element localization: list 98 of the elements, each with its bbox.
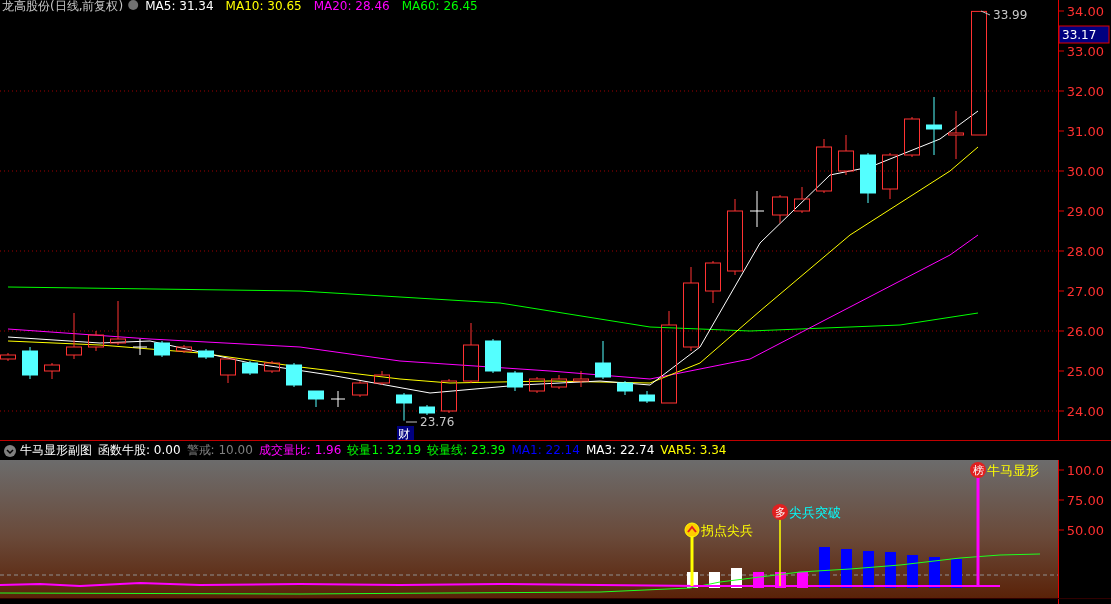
- candlestick: [22, 346, 38, 380]
- indicator-value: MA60: 26.45: [401, 0, 478, 13]
- candlestick: [551, 374, 567, 390]
- signal-line: [690, 536, 694, 586]
- volume-bar: [753, 572, 764, 588]
- indicator-value: 警戒: 10.00: [186, 442, 253, 459]
- axis-tick-label: 32.00: [1066, 84, 1104, 99]
- volume-bar: [819, 547, 830, 588]
- candlestick: [860, 152, 876, 204]
- candlestick: [948, 110, 964, 160]
- volume-bar: [775, 572, 786, 588]
- candlestick: [507, 370, 523, 392]
- signal-line: [779, 517, 781, 587]
- candlestick: [441, 378, 457, 414]
- candlestick: [308, 390, 324, 408]
- volume-bar: [841, 549, 852, 588]
- axis-tick-label: 75.00: [1066, 493, 1104, 508]
- candlestick: [639, 390, 655, 404]
- chart-title: 龙高股份(日线,前复权): [2, 0, 124, 13]
- candlestick: [926, 96, 942, 156]
- candlestick: [772, 194, 788, 224]
- axis-tick-label: 50.00: [1066, 523, 1104, 538]
- volume-bar: [929, 557, 940, 588]
- candlestick: [110, 300, 126, 346]
- candlestick: [838, 134, 854, 176]
- axis-tick-label: 24.00: [1066, 404, 1104, 419]
- candlestick: [374, 370, 390, 386]
- volume-bar: [797, 572, 808, 588]
- circle-icon: [128, 0, 139, 10]
- axis-tick-label: 33.00: [1066, 44, 1104, 59]
- axis-tick-label: 30.00: [1066, 164, 1104, 179]
- candlestick: [198, 348, 214, 360]
- indicator-value: 成交量比: 1.96: [258, 442, 342, 459]
- signal-badge: 多: [772, 504, 788, 520]
- candlestick: [132, 338, 148, 356]
- candlestick: [286, 362, 302, 388]
- axis-tick-label: 28.00: [1066, 244, 1104, 259]
- indicator-value: MA3: 22.74: [585, 442, 655, 459]
- candlestick: [794, 186, 810, 214]
- candlestick: [330, 390, 346, 408]
- candlestick: [749, 190, 765, 228]
- candlestick: [617, 380, 633, 396]
- candlestick: [396, 392, 412, 422]
- candlestick: [352, 380, 368, 398]
- axis-tick-label: 34.00: [1066, 4, 1104, 19]
- indicator-value: 函数牛股: 0.00: [98, 442, 181, 459]
- volume-bar: [731, 568, 742, 588]
- current-price-label: 33.17: [1058, 25, 1110, 44]
- indicator-title: 牛马显形副图: [20, 442, 92, 459]
- volume-bar: [687, 572, 698, 588]
- candlestick: [88, 330, 104, 352]
- candlestick: [176, 344, 192, 354]
- candlestick: [529, 376, 545, 394]
- candlestick: [573, 370, 589, 388]
- candlestick: [44, 362, 60, 380]
- axis-tick-label: 25.00: [1066, 364, 1104, 379]
- candlestick: [0, 352, 16, 362]
- candlestick: [242, 360, 258, 376]
- volume-bar: [709, 572, 720, 588]
- indicator-value: MA5: 31.34: [145, 0, 214, 13]
- candlestick: [463, 322, 479, 384]
- volume-bar: [885, 552, 896, 588]
- candlestick: [705, 260, 721, 304]
- signal-label: 拐点尖兵: [701, 523, 753, 538]
- axis-tick-label: 100.0: [1066, 463, 1104, 478]
- collapse-icon[interactable]: [4, 444, 16, 457]
- candlestick: [485, 338, 501, 374]
- axis-tick-label: 31.00: [1066, 124, 1104, 139]
- indicator-value: MA20: 28.46: [313, 0, 390, 13]
- indicator-value: MA1: 22.14: [511, 442, 580, 459]
- signal-badge: 榜: [970, 462, 986, 478]
- price-annotation: 33.99: [993, 8, 1028, 22]
- signal-label: 牛马显形: [987, 463, 1039, 478]
- price-annotation: 23.76: [420, 415, 455, 429]
- candlestick: [419, 404, 435, 416]
- marker-badge: 财: [397, 426, 414, 440]
- indicator-value: MA10: 30.65: [225, 0, 302, 13]
- candlestick: [220, 358, 236, 384]
- candlestick: [595, 340, 611, 380]
- axis-tick-label: 29.00: [1066, 204, 1104, 219]
- volume-bar: [951, 559, 962, 588]
- indicator-value: 较量线: 23.39: [427, 442, 506, 459]
- axis-tick-label: 26.00: [1066, 324, 1104, 339]
- volume-bar: [863, 551, 874, 588]
- axis-tick-label: 27.00: [1066, 284, 1104, 299]
- indicator-value: 较量1: 32.19: [347, 442, 422, 459]
- candlestick: [816, 138, 832, 194]
- candlestick: [66, 312, 82, 360]
- leader-line: [405, 421, 418, 423]
- leader-line: [980, 10, 991, 16]
- chevron-icon: [684, 522, 700, 538]
- indicator-value: VAR5: 3.34: [660, 442, 727, 459]
- candlestick: [904, 116, 920, 158]
- candlestick: [264, 360, 280, 374]
- candlestick: [882, 152, 898, 200]
- volume-bar: [907, 555, 918, 588]
- signal-label: 尖兵突破: [789, 505, 841, 520]
- candlestick: [154, 340, 170, 358]
